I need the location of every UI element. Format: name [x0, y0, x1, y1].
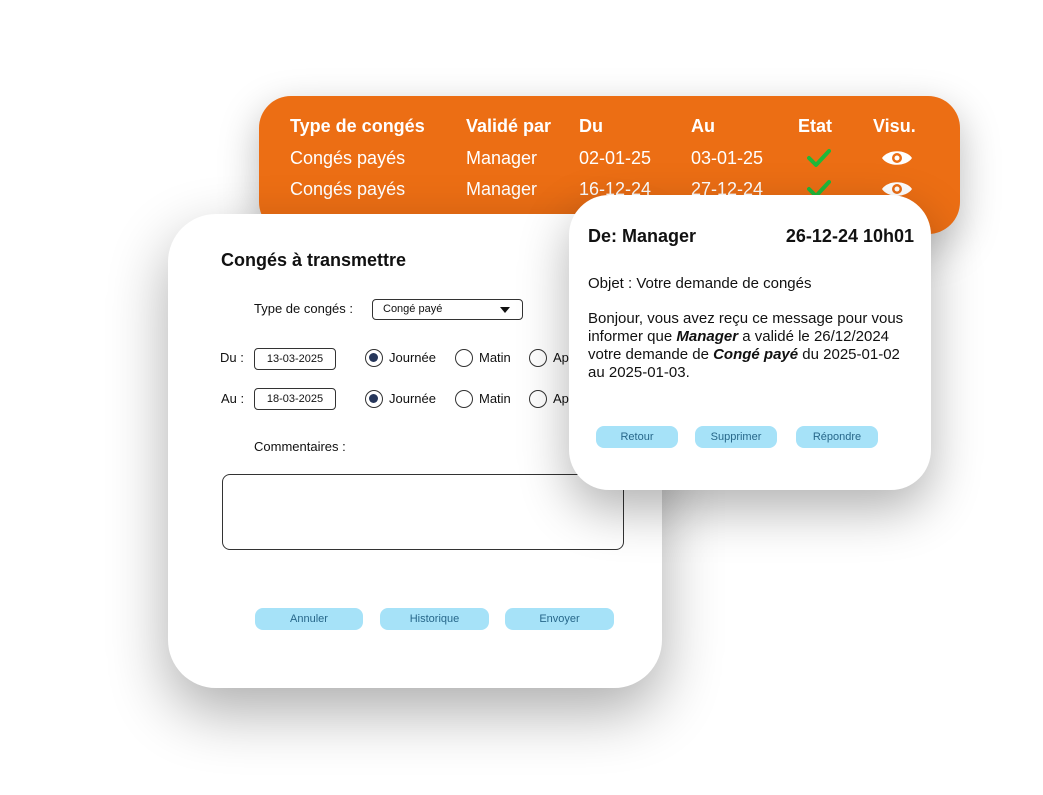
row-type: Congés payés	[290, 148, 406, 168]
comments-label: Commentaires :	[254, 439, 346, 454]
from-date-input[interactable]: 13-03-2025	[254, 348, 336, 370]
message-card: De: Manager 26-12-24 10h01 Objet : Votre…	[569, 195, 931, 490]
to-radio-afternoon[interactable]	[529, 390, 547, 408]
from-radio-day-label: Journée	[389, 350, 436, 365]
history-button[interactable]: Historique	[380, 608, 489, 630]
row-validated-by: Manager	[466, 148, 538, 168]
header-type: Type de congés	[290, 116, 425, 136]
to-radio-afternoon-label: Ap	[553, 391, 569, 406]
header-status: Etat	[798, 116, 833, 136]
back-button[interactable]: Retour	[596, 426, 678, 448]
to-radio-morning[interactable]	[455, 390, 473, 408]
caret-down-icon	[500, 307, 510, 313]
to-date-input[interactable]: 18-03-2025	[254, 388, 336, 410]
message-datetime: 26-12-24 10h01	[785, 226, 914, 246]
to-radio-morning-label: Matin	[479, 391, 511, 406]
form-title: Congés à transmettre	[221, 250, 407, 270]
header-from: Du	[579, 116, 603, 136]
header-view: Visu.	[873, 116, 916, 136]
message-body: Bonjour, vous avez reçu ce message pour …	[588, 310, 918, 382]
message-sender: De: Manager	[588, 226, 697, 246]
from-radio-morning[interactable]	[455, 349, 473, 367]
leave-type-select[interactable]: Congé payé	[372, 299, 523, 320]
send-button[interactable]: Envoyer	[505, 608, 614, 630]
body-validator: Manager	[676, 328, 739, 345]
message-subject: Objet : Votre demande de congés	[588, 275, 812, 292]
from-radio-afternoon[interactable]	[529, 349, 547, 367]
cancel-button[interactable]: Annuler	[255, 608, 363, 630]
type-label: Type de congés :	[254, 301, 354, 316]
eye-icon[interactable]	[881, 148, 913, 168]
from-radio-afternoon-label: Ap	[553, 350, 569, 365]
reply-button[interactable]: Répondre	[796, 426, 878, 448]
to-radio-day-label: Journée	[389, 391, 436, 406]
row-validated-by: Manager	[466, 179, 538, 199]
from-radio-morning-label: Matin	[479, 350, 511, 365]
header-to: Au	[691, 116, 715, 136]
body-leave-type: Congé payé	[713, 346, 799, 363]
row-to: 03-01-25	[691, 148, 764, 168]
check-icon	[807, 149, 831, 167]
to-radio-day[interactable]	[365, 390, 383, 408]
to-label: Au :	[221, 391, 245, 406]
from-radio-day[interactable]	[365, 349, 383, 367]
row-type: Congés payés	[290, 179, 406, 199]
header-validated-by: Validé par	[466, 116, 552, 136]
row-from: 02-01-25	[579, 148, 652, 168]
comments-textarea[interactable]	[222, 474, 624, 550]
leave-type-value: Congé payé	[383, 303, 443, 315]
from-label: Du :	[220, 350, 244, 365]
delete-button[interactable]: Supprimer	[695, 426, 777, 448]
